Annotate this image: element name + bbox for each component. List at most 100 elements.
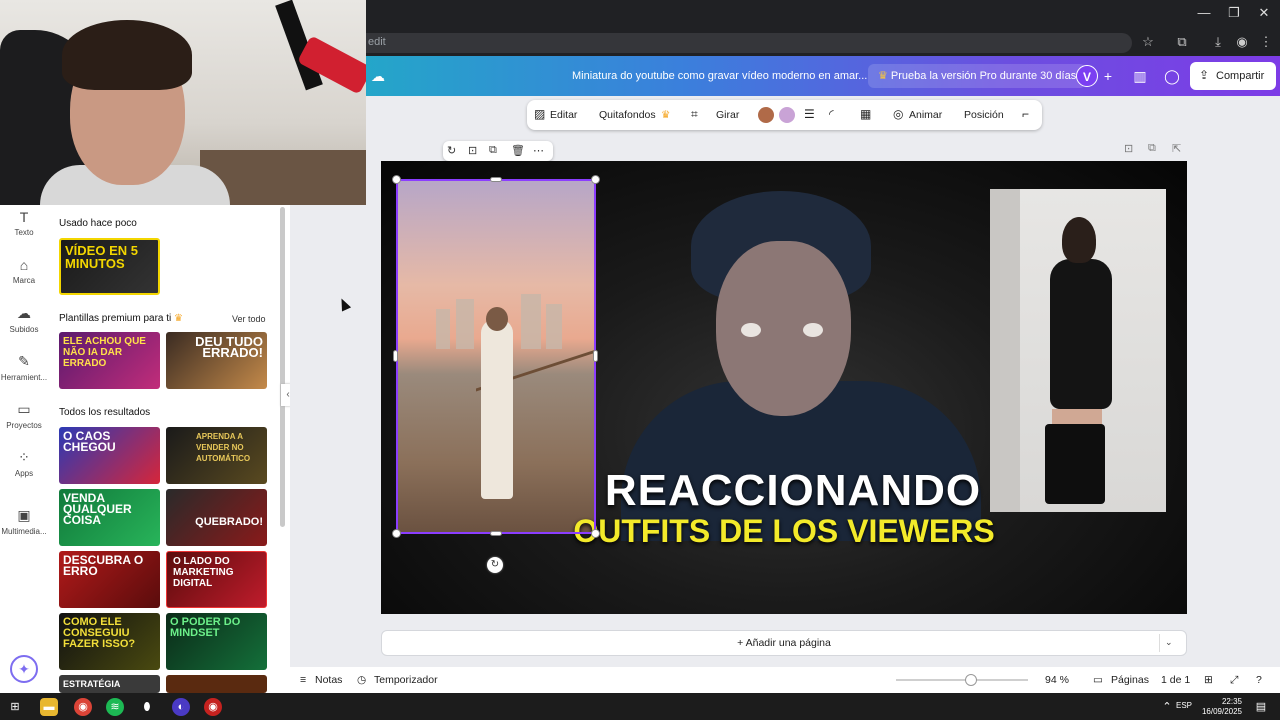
zoom-slider[interactable] <box>896 679 1028 681</box>
help-icon[interactable]: ? <box>1256 674 1262 686</box>
template-thumb[interactable]: ESTRATÉGIA <box>59 675 160 693</box>
premium-title: Plantillas premium para ti ♛ <box>59 313 184 324</box>
rail-label: Texto <box>14 228 34 237</box>
resize-handle[interactable] <box>591 175 600 184</box>
edit-button[interactable]: Editar <box>550 109 577 121</box>
address-bar[interactable]: edit <box>366 33 1132 53</box>
timer-button[interactable]: Temporizador <box>374 674 438 686</box>
page-lock-icon[interactable]: ⊡ <box>1124 142 1133 155</box>
template-thumb-recent[interactable]: VÍDEO EN 5 MINUTOS <box>59 238 160 295</box>
template-thumb[interactable]: APRENDA A VENDER NO AUTOMÁTICO <box>166 427 267 484</box>
avatar[interactable]: V <box>1076 65 1098 87</box>
template-thumb[interactable]: DESCUBRA O ERRO <box>59 551 160 608</box>
fullscreen-icon[interactable]: ⤢ <box>1230 674 1238 687</box>
file-explorer-icon[interactable]: ▬ <box>40 698 58 716</box>
profile-icon[interactable]: ◉ <box>1232 34 1252 50</box>
design-title[interactable]: Miniatura do youtube como gravar vídeo m… <box>572 70 867 82</box>
bg-remover-button[interactable]: Quitafondos <box>599 109 656 121</box>
rail-item-projects[interactable]: ▭ Proyectos <box>0 401 48 430</box>
crop-icon[interactable]: ⌗ <box>691 107 698 122</box>
template-thumb[interactable]: COMO ELE CONSEGUIU FAZER ISSO? <box>59 613 160 670</box>
close-icon[interactable]: ✕ <box>1252 5 1276 21</box>
element-quick-toolbar: ↻ ⊡ ⧉ 🗑 ⋯ <box>443 141 553 161</box>
template-thumb[interactable]: ELE ACHOU QUE NÃO IA DAR ERRADO <box>59 332 160 389</box>
maximize-icon[interactable]: ❐ <box>1222 5 1246 21</box>
share-button[interactable]: ⇪ Compartir <box>1190 62 1276 90</box>
panel-scrollbar[interactable] <box>280 207 285 527</box>
grid-view-icon[interactable]: ⊞ <box>1204 674 1213 686</box>
transparency-icon[interactable]: ▦ <box>860 107 871 121</box>
duplicate-icon[interactable]: ⧉ <box>489 144 497 157</box>
template-thumb[interactable]: QUEBRADO! <box>166 489 267 546</box>
chevron-up-icon[interactable]: ⌃ <box>1158 698 1176 716</box>
resize-handle[interactable] <box>490 177 502 182</box>
resize-handle[interactable] <box>392 175 401 184</box>
lock-icon[interactable]: ⊡ <box>468 144 477 157</box>
template-thumb[interactable] <box>166 675 267 693</box>
comments-icon[interactable]: ◯ <box>1162 68 1182 85</box>
rail-item-uploads[interactable]: ☁ Subidos <box>0 305 48 334</box>
page-add-icon[interactable]: ⇱ <box>1172 142 1181 155</box>
add-collaborator-icon[interactable]: + <box>1098 68 1118 84</box>
template-thumb[interactable]: O CAOS CHEGOU <box>59 427 160 484</box>
rail-label: Apps <box>14 469 34 478</box>
pages-icon: ▭ <box>1093 674 1103 686</box>
rail-item-tools[interactable]: ✎ Herramient... <box>0 353 48 382</box>
rail-item-apps[interactable]: ⁘ Apps <box>0 449 48 478</box>
analytics-icon[interactable]: ▥ <box>1130 68 1150 85</box>
rail-label: Herramient... <box>0 373 48 382</box>
rotate-handle-icon[interactable]: ↻ <box>487 557 503 573</box>
language-indicator[interactable]: ESP <box>1176 701 1192 711</box>
app-icon[interactable]: ◐ <box>172 698 190 716</box>
resize-handle[interactable] <box>392 529 401 538</box>
refresh-icon[interactable]: ↻ <box>447 144 456 157</box>
template-thumb[interactable]: DEU TUDO ERRADO! <box>166 332 267 389</box>
minimize-icon[interactable]: — <box>1192 5 1216 20</box>
recorder-icon[interactable]: ◉ <box>204 698 222 716</box>
try-pro-button[interactable]: ♛ Prueba la versión Pro durante 30 días <box>868 64 1087 88</box>
see-all-link[interactable]: Ver todo <box>232 314 266 324</box>
resize-handle[interactable] <box>593 350 598 362</box>
position-button[interactable]: Posición <box>964 109 1004 121</box>
template-thumb[interactable]: VENDA QUALQUER COISA <box>59 489 160 546</box>
rail-item-brand[interactable]: ⌂ Marca <box>0 257 48 285</box>
template-thumb[interactable]: O PODER DO MINDSET <box>166 613 267 670</box>
notes-button[interactable]: Notas <box>315 674 342 686</box>
page-duplicate-icon[interactable]: ⧉ <box>1148 142 1156 155</box>
animate-button[interactable]: Animar <box>909 109 942 121</box>
zoom-value[interactable]: 94 % <box>1045 674 1069 686</box>
magic-sparkle-button[interactable]: ✦ <box>10 655 38 683</box>
windows-start-icon[interactable]: ⊞ <box>6 698 24 716</box>
bookmark-star-icon[interactable]: ☆ <box>1138 34 1158 50</box>
extensions-icon[interactable]: ⧉ <box>1172 34 1192 50</box>
border-style-icon[interactable]: ☰ <box>804 107 815 121</box>
format-painter-icon[interactable]: ⌐ <box>1022 107 1029 121</box>
download-icon[interactable]: ⤓ <box>1208 34 1228 50</box>
chrome-icon[interactable]: ◉ <box>74 698 92 716</box>
corner-rounding-icon[interactable]: ◜ <box>829 107 834 121</box>
outfit-mirror-photo[interactable] <box>990 189 1166 512</box>
rail-item-text[interactable]: T Texto <box>0 209 48 237</box>
rail-item-media[interactable]: ▣ Multimedia... <box>0 507 48 536</box>
resize-handle[interactable] <box>393 350 398 362</box>
pages-button[interactable]: Páginas <box>1111 674 1149 686</box>
timer-icon: ◷ <box>357 674 367 686</box>
webcam-overlay <box>0 0 366 205</box>
resize-handle[interactable] <box>490 531 502 536</box>
spotify-icon[interactable]: ≋ <box>106 698 124 716</box>
notification-icon[interactable]: ▤ <box>1252 698 1270 716</box>
add-page-button[interactable]: + Añadir una página ⌄ <box>381 630 1187 656</box>
color-swatch[interactable] <box>779 107 795 123</box>
color-swatch[interactable] <box>758 107 774 123</box>
chevron-down-icon[interactable]: ⌄ <box>1165 637 1173 648</box>
template-thumb[interactable]: O LADO DO MARKETING DIGITAL <box>166 551 267 608</box>
zoom-slider-knob[interactable] <box>965 674 977 686</box>
clock[interactable]: 22:35 16/09/2025 <box>1200 697 1242 717</box>
more-dots-icon[interactable]: ⋯ <box>533 144 544 157</box>
rotate-button[interactable]: Girar <box>716 109 739 121</box>
cloud-save-icon[interactable]: ☁ <box>368 68 388 85</box>
trash-icon[interactable]: 🗑 <box>511 144 525 157</box>
menu-dots-icon[interactable]: ⋮ <box>1256 34 1276 50</box>
app-icon[interactable]: ⬮ <box>138 698 156 716</box>
resize-handle[interactable] <box>591 529 600 538</box>
